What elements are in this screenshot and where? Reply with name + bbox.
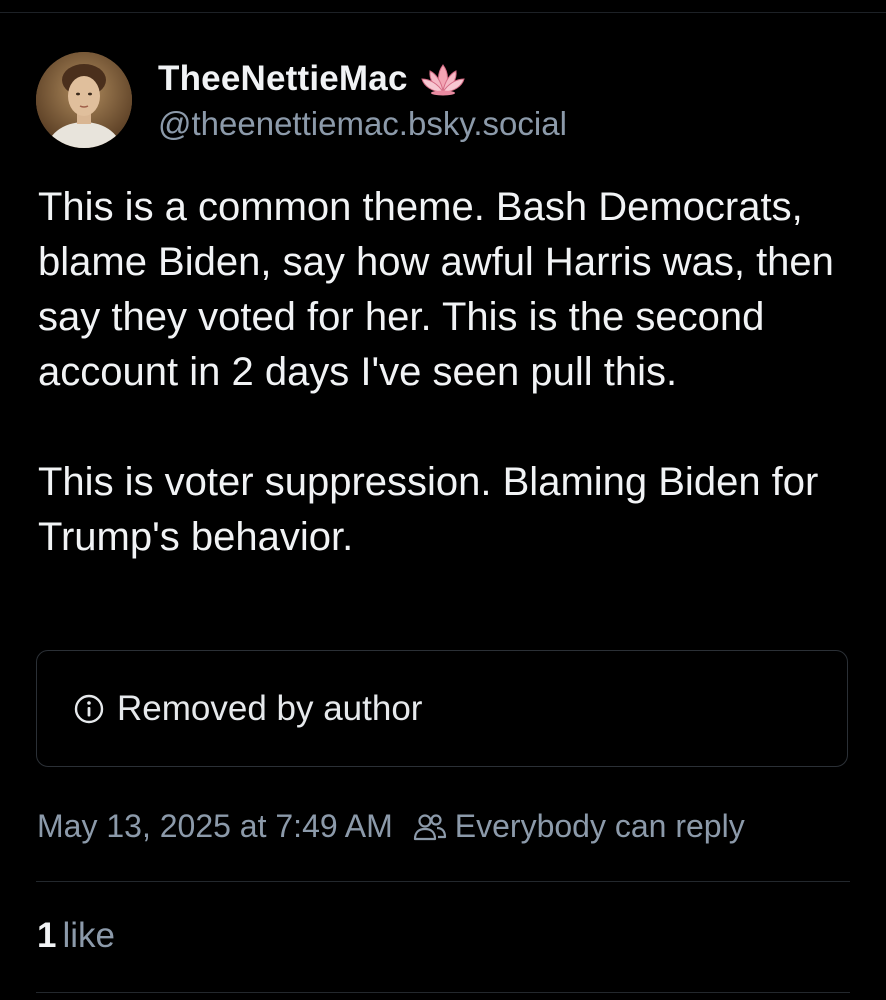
removed-status: Removed by author: [117, 688, 423, 728]
lotus-icon: [420, 61, 466, 97]
display-name[interactable]: TheeNettieMac: [158, 59, 408, 99]
author-names: TheeNettieMac @theenettiemac.bsky.social: [158, 57, 567, 143]
people-icon: [413, 813, 446, 840]
display-name-row: TheeNettieMac: [158, 57, 567, 101]
removed-embed: Removed by author: [36, 650, 848, 767]
top-divider: [0, 12, 886, 13]
post-meta: May 13, 2025 at 7:49 AM Everybody can re…: [37, 808, 745, 845]
reply-setting[interactable]: Everybody can reply: [455, 808, 745, 845]
info-icon: [74, 694, 104, 723]
avatar-portrait: [36, 52, 132, 148]
likes-row[interactable]: 1 like: [37, 916, 115, 956]
meta-divider: [36, 881, 850, 882]
post-timestamp[interactable]: May 13, 2025 at 7:49 AM: [37, 808, 393, 845]
like-count: 1: [37, 916, 57, 955]
like-label: like: [62, 916, 115, 955]
author-handle[interactable]: @theenettiemac.bsky.social: [158, 105, 567, 143]
post-header: TheeNettieMac @theenettiemac.bsky.social: [36, 52, 567, 148]
post-text: This is a common theme. Bash Democrats, …: [38, 185, 834, 559]
likes-divider: [36, 992, 850, 993]
avatar[interactable]: [36, 52, 132, 148]
